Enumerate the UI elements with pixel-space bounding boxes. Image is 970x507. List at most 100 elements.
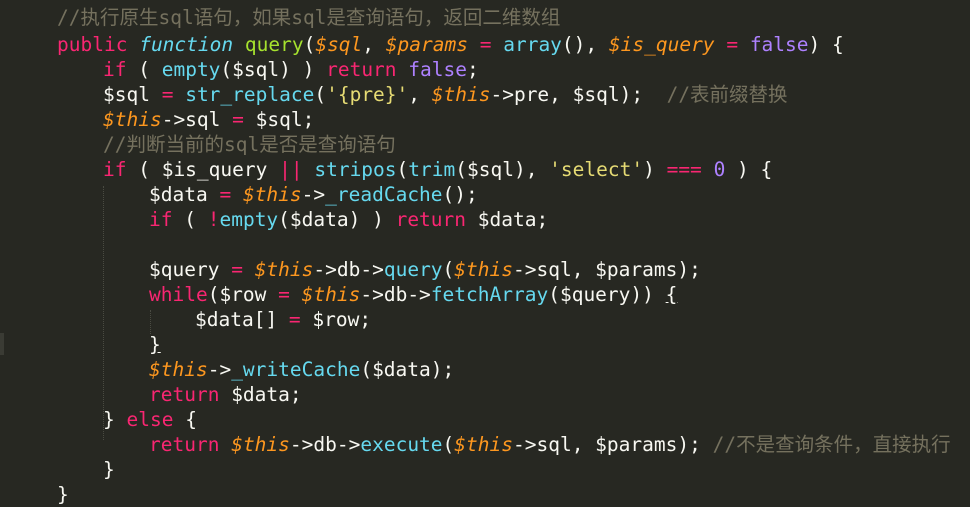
code-line-3[interactable]: if ( empty($sql) ) return false; <box>103 57 479 82</box>
text-token: ->db-> <box>313 258 384 281</box>
text-token: ) { <box>808 33 844 56</box>
text-token: } <box>103 408 127 431</box>
text-token: ; <box>467 58 479 81</box>
code-line-14[interactable]: } <box>149 332 161 357</box>
variable-token: $this <box>103 108 162 131</box>
keyword-token: while <box>149 283 208 306</box>
storage-token: function <box>139 33 234 56</box>
code-line-4[interactable]: $sql = str_replace('{pre}', $this->pre, … <box>103 82 788 107</box>
operator-token: = <box>726 33 739 56</box>
builtin-token: _writeCache <box>231 358 361 381</box>
text-token: ( <box>314 83 327 106</box>
keyword-token: public <box>57 33 128 56</box>
text-token: ->pre, $sql); <box>490 83 667 106</box>
text-token: ( <box>303 33 316 56</box>
code-line-8[interactable]: $data = $this->_readCache(); <box>149 182 478 207</box>
builtin-token: trim <box>408 158 456 181</box>
text-token: $sql; <box>243 108 315 131</box>
text-token: $data <box>149 183 220 206</box>
constant-token: false <box>408 58 467 81</box>
operator-token: = <box>232 108 244 131</box>
operator-token: = <box>161 83 174 106</box>
text-token: $data; <box>219 383 302 406</box>
text-token: , <box>362 33 386 56</box>
operator-token: = <box>288 308 301 331</box>
comment-token: //不是查询条件，直接执行 <box>712 433 951 456</box>
operator-token: = <box>278 283 290 306</box>
text-token: ($data); <box>360 358 455 381</box>
variable-token: $this <box>242 183 302 206</box>
constant-token: 0 <box>713 158 726 181</box>
comment-token: //判断当前的sql是否是查询语句 <box>103 133 396 156</box>
keyword-token: return <box>326 58 397 81</box>
text-token: ( <box>442 258 455 281</box>
builtin-token: str_replace <box>185 83 315 106</box>
operator-token: = <box>479 33 492 56</box>
code-line-16[interactable]: return $data; <box>149 382 302 407</box>
code-line-17[interactable]: } else { <box>103 407 197 432</box>
text-token: ->db-> <box>289 433 361 456</box>
code-line-15[interactable]: $this->_writeCache($data); <box>149 357 454 382</box>
variable-token: $this <box>149 358 208 381</box>
builtin-token: execute <box>360 433 443 456</box>
code-line-9[interactable]: if ( !empty($data) ) return $data; <box>149 207 548 232</box>
code-line-6[interactable]: //判断当前的sql是否是查询语句 <box>103 132 396 157</box>
indent-guide <box>150 310 151 334</box>
code-line-5[interactable]: $this->sql = $sql; <box>103 107 314 132</box>
operator-token: || <box>279 158 303 181</box>
text-token: ( <box>442 433 455 456</box>
code-line-20[interactable]: } <box>57 482 69 507</box>
code-line-11[interactable]: $query = $this->db->query($this->sql, $p… <box>149 257 701 282</box>
indent-guide <box>103 186 104 440</box>
code-line-2[interactable]: public function query($sql, $params = ar… <box>57 32 844 57</box>
text-token: { <box>173 408 197 431</box>
code-line-18[interactable]: return $this->db->execute($this->sql, $p… <box>149 432 951 457</box>
variable-token: $this <box>231 433 290 456</box>
code-line-1[interactable]: //执行原生sql语句，如果sql是查询语句，返回二维数组 <box>57 5 560 30</box>
text-token: ( <box>126 58 162 81</box>
builtin-token: stripos <box>314 158 397 181</box>
code-line-12[interactable]: while($row = $this->db->fetchArray($quer… <box>149 282 677 307</box>
builtin-token: empty <box>219 208 279 231</box>
keyword-token: return <box>149 383 220 406</box>
variable-token: $this <box>431 83 491 106</box>
code-line-13[interactable]: $data[] = $row; <box>195 307 371 332</box>
code-line-7[interactable]: if ( $is_query || stripos(trim($sql), 's… <box>103 157 772 182</box>
scrollbar-mark <box>0 333 4 355</box>
text-token: $sql <box>103 83 162 106</box>
builtin-token: fetchArray <box>430 283 549 306</box>
variable-token: $sql <box>315 33 363 56</box>
keyword-token: else <box>126 408 174 431</box>
text-token: ( <box>396 158 409 181</box>
text-token: $query <box>149 258 232 281</box>
text-token: $data; <box>466 208 549 231</box>
text-token: ) <box>643 158 667 181</box>
keyword-token: return <box>395 208 467 231</box>
operator-token: = <box>231 258 243 281</box>
text-token: ( <box>172 208 208 231</box>
code-editor[interactable]: //执行原生sql语句，如果sql是查询语句，返回二维数组 public fun… <box>0 0 970 506</box>
text-token: $data[] <box>195 308 289 331</box>
text-token: (), <box>561 33 609 56</box>
operator-token: ! <box>207 208 220 231</box>
text-token: -> <box>207 358 232 381</box>
text-token: } <box>103 458 115 481</box>
text-token: { <box>665 283 678 306</box>
text-token: ($row <box>207 283 279 306</box>
text-token: } <box>149 333 161 356</box>
builtin-token: empty <box>161 58 221 81</box>
code-line-19[interactable]: } <box>103 457 115 482</box>
variable-token: $this <box>254 258 314 281</box>
